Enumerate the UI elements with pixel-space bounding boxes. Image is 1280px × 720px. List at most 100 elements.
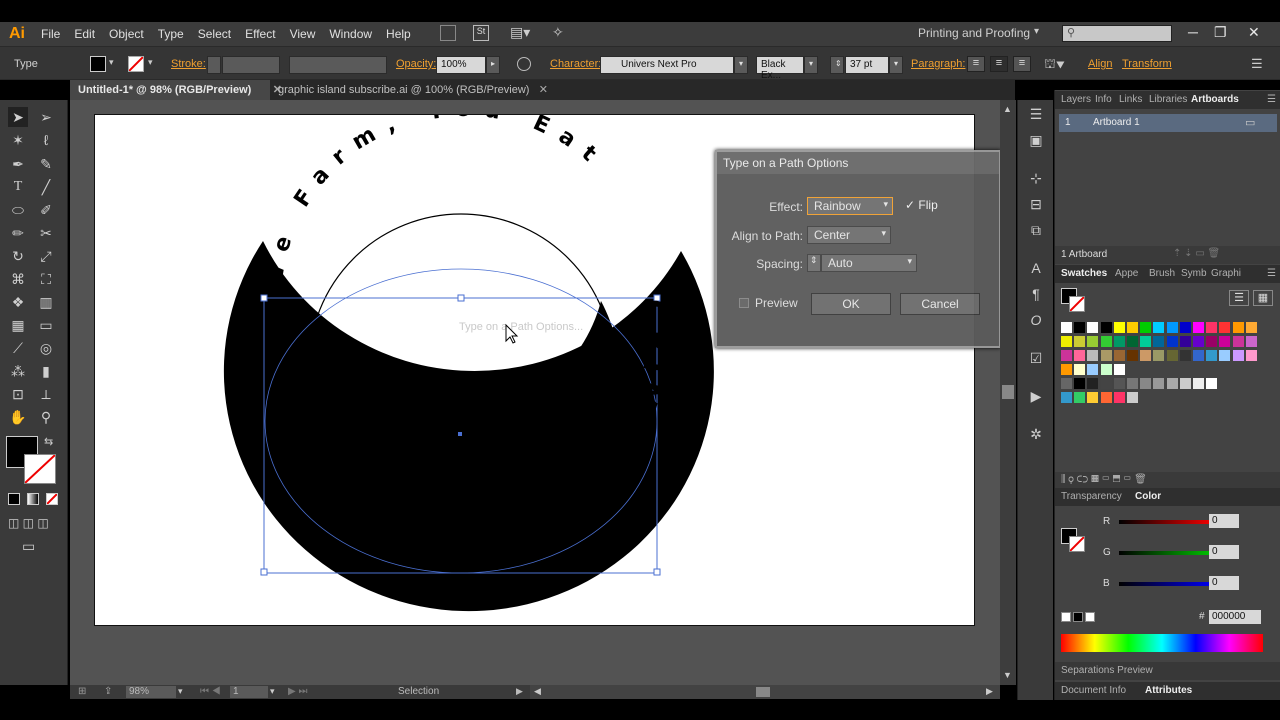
align-panel-icon[interactable]: ⊟ [1026,196,1046,214]
color-swatch[interactable] [1127,378,1138,389]
color-mode-icon[interactable] [8,493,20,505]
asset-export-icon[interactable]: ☑ [1026,350,1046,368]
export-icon[interactable]: ⇪ [104,686,112,697]
artboard-options-icon[interactable]: ▭ [1245,116,1255,129]
tab-links[interactable]: Links [1119,94,1142,105]
color-stroke-icon[interactable] [1069,536,1085,552]
transform-icon[interactable]: ⛫▾ [1044,56,1065,74]
line-tool-icon[interactable]: ╱ [36,177,56,197]
color-swatch[interactable] [1113,364,1125,375]
color-swatch[interactable] [1087,350,1099,361]
white-color-icon[interactable] [1085,612,1095,622]
gpu-performance-icon[interactable]: ✧ [552,24,564,41]
character-label[interactable]: Character: [550,58,601,70]
magic-wand-tool-icon[interactable]: ✶ [8,130,28,150]
zoom-select[interactable]: 98% [126,686,176,698]
font-size-chevron-icon[interactable]: ▾ [889,56,903,74]
scroll-right-icon[interactable]: ▶ [986,686,993,697]
color-swatch[interactable] [1113,378,1125,389]
hand-tool-icon[interactable]: ✋ [8,407,28,427]
color-swatch[interactable] [1127,336,1138,347]
color-swatch[interactable] [1061,392,1072,403]
artboard-tool-icon[interactable]: ⊡ [8,384,28,404]
tab-info[interactable]: Info [1095,94,1112,105]
cancel-button[interactable]: Cancel [900,293,980,315]
search-stock-input[interactable]: ⚲ [1062,25,1172,42]
color-swatch[interactable] [1100,378,1112,389]
stroke-weight-stepper[interactable] [207,56,221,74]
color-swatch[interactable] [1074,364,1086,375]
workspace-switcher[interactable]: Printing and Proofing [918,26,1030,40]
color-swatch[interactable] [1061,364,1072,375]
color-swatch[interactable] [1127,392,1138,403]
symbol-sprayer-tool-icon[interactable]: ⁂ [8,361,28,381]
color-swatch[interactable] [1100,392,1112,403]
color-swatch[interactable] [1245,336,1257,347]
artboard-actions-icons[interactable]: ⇡ ⇣ ▭ 🗑 [1173,248,1220,259]
layers-icon[interactable]: ▣ [1026,132,1046,150]
color-swatch[interactable] [1153,322,1165,333]
transform-panel-icon[interactable]: ⊹ [1026,170,1046,188]
handle[interactable] [260,568,268,576]
zoom-chevron-icon[interactable]: ▾ [178,686,183,697]
align-to-path-select[interactable]: Center ▾ [807,226,891,244]
tab-untitled[interactable]: Untitled-1* @ 98% (RGB/Preview) ✕ [70,80,282,100]
direct-selection-tool-icon[interactable]: ➢ [36,107,56,127]
tab-brushes[interactable]: Brush [1149,268,1175,279]
color-swatch[interactable] [1179,336,1191,347]
artboard-nav-icon[interactable]: ⊞ [78,686,86,697]
color-swatch[interactable] [1193,350,1204,361]
horizontal-scrollbar[interactable]: ◀ ▶ [530,685,1000,699]
tab-attributes[interactable]: Attributes [1145,685,1192,696]
color-swatch[interactable] [1100,364,1112,375]
font-size-input[interactable]: 37 pt [845,56,889,74]
g-input[interactable]: 0 [1209,545,1239,559]
tab-color[interactable]: Color [1135,491,1161,502]
opentype-panel-icon[interactable]: O [1026,312,1046,330]
stroke-chevron-icon[interactable]: ▾ [148,57,153,68]
panel-menu-icon[interactable]: ☰ [1267,94,1276,105]
color-swatch[interactable] [1206,378,1218,389]
tab-artboards[interactable]: Artboards [1191,94,1239,105]
preview-checkbox[interactable] [739,298,749,308]
color-swatch[interactable] [1113,336,1125,347]
stock-icon[interactable]: St [473,25,489,41]
tab-libraries[interactable]: Libraries [1149,94,1187,105]
r-input[interactable]: 0 [1209,514,1239,528]
color-swatch[interactable] [1166,350,1178,361]
workspace-chevron-icon[interactable]: ▾ [1034,26,1039,37]
type-tool-icon[interactable]: T [8,177,28,197]
perspective-grid-tool-icon[interactable]: ▥ [36,292,56,312]
tab-separations-preview[interactable]: Separations Preview [1061,665,1153,676]
status-mode[interactable]: Selection [398,686,439,697]
tab-symbols[interactable]: Symb [1181,268,1207,279]
panel-menu-icon[interactable]: ☰ [1267,268,1276,279]
free-transform-tool-icon[interactable]: ⛶ [36,269,56,289]
menu-object[interactable]: Object [102,27,151,41]
artboard-number-input[interactable]: 1 [230,686,268,698]
color-swatch[interactable] [1113,392,1125,403]
color-swatch[interactable] [1074,350,1086,361]
black-color-icon[interactable] [1073,612,1083,622]
transform-link[interactable]: Transform [1122,58,1172,70]
color-swatch[interactable] [1113,350,1125,361]
slice-tool-icon[interactable]: ⟂ [36,384,56,404]
color-swatch[interactable] [1245,322,1257,333]
prev-artboard-icon[interactable]: ⏮ ◀ [200,686,221,697]
control-menu-icon[interactable]: ☰ [1251,56,1263,72]
color-swatch[interactable] [1087,322,1099,333]
swatch-stroke-icon[interactable] [1069,296,1085,312]
shape-builder-tool-icon[interactable]: ❖ [8,292,28,312]
b-input[interactable]: 0 [1209,576,1239,590]
color-swatch[interactable] [1061,350,1072,361]
menu-effect[interactable]: Effect [238,27,282,41]
artboard-row[interactable]: 1 Artboard 1 ▭ [1059,114,1277,132]
character-panel-icon[interactable]: A [1026,260,1046,278]
scissors-tool-icon[interactable]: ✂ [36,223,56,243]
appearance-icon[interactable]: ✲ [1026,426,1046,444]
none-color-icon[interactable] [1061,612,1071,622]
tab-graphic-styles[interactable]: Graphi [1211,268,1241,279]
zoom-tool-icon[interactable]: ⚲ [36,407,56,427]
align-left-icon[interactable]: ≡ [967,56,985,72]
align-center-icon[interactable]: ≡ [990,56,1008,72]
